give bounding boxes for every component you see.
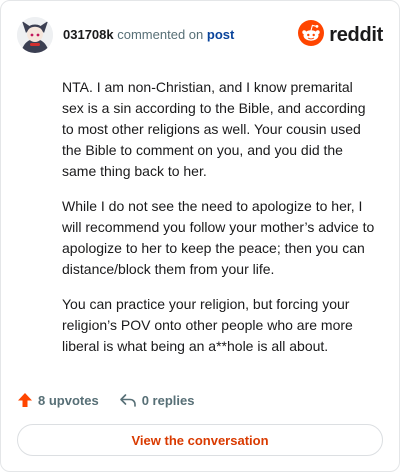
reddit-brand[interactable]: reddit: [298, 19, 383, 51]
comment-header: 031708k commented on post reddit: [17, 15, 383, 55]
upvotes-count: 8 upvotes: [38, 392, 99, 408]
replies-stat[interactable]: 0 replies: [119, 392, 195, 408]
comment-footer: 8 upvotes 0 replies: [17, 389, 194, 411]
upvotes-stat[interactable]: 8 upvotes: [17, 392, 99, 408]
comment-paragraph: While I do not see the need to apologize…: [62, 198, 375, 277]
reddit-logo-icon: [298, 19, 325, 51]
view-conversation-button[interactable]: View the conversation: [17, 424, 383, 456]
post-link[interactable]: post: [207, 27, 234, 42]
replies-count: 0 replies: [141, 392, 195, 408]
reply-arrow-icon: [119, 394, 136, 407]
username[interactable]: 031708k: [63, 27, 114, 42]
user-avatar-icon[interactable]: [17, 17, 53, 53]
comment-embed-card: 031708k commented on post reddit NTA. I …: [0, 0, 400, 472]
upvote-arrow-icon: [18, 393, 32, 407]
reddit-wordmark: reddit: [329, 23, 383, 46]
action-text: commented on: [117, 27, 204, 42]
comment-meta: 031708k commented on post: [63, 27, 234, 42]
comment-body: NTA. I am non-Christian, and I know prem…: [62, 77, 375, 371]
comment-paragraph: You can practice your religion, but forc…: [62, 296, 353, 354]
comment-paragraph: NTA. I am non-Christian, and I know prem…: [62, 79, 366, 179]
